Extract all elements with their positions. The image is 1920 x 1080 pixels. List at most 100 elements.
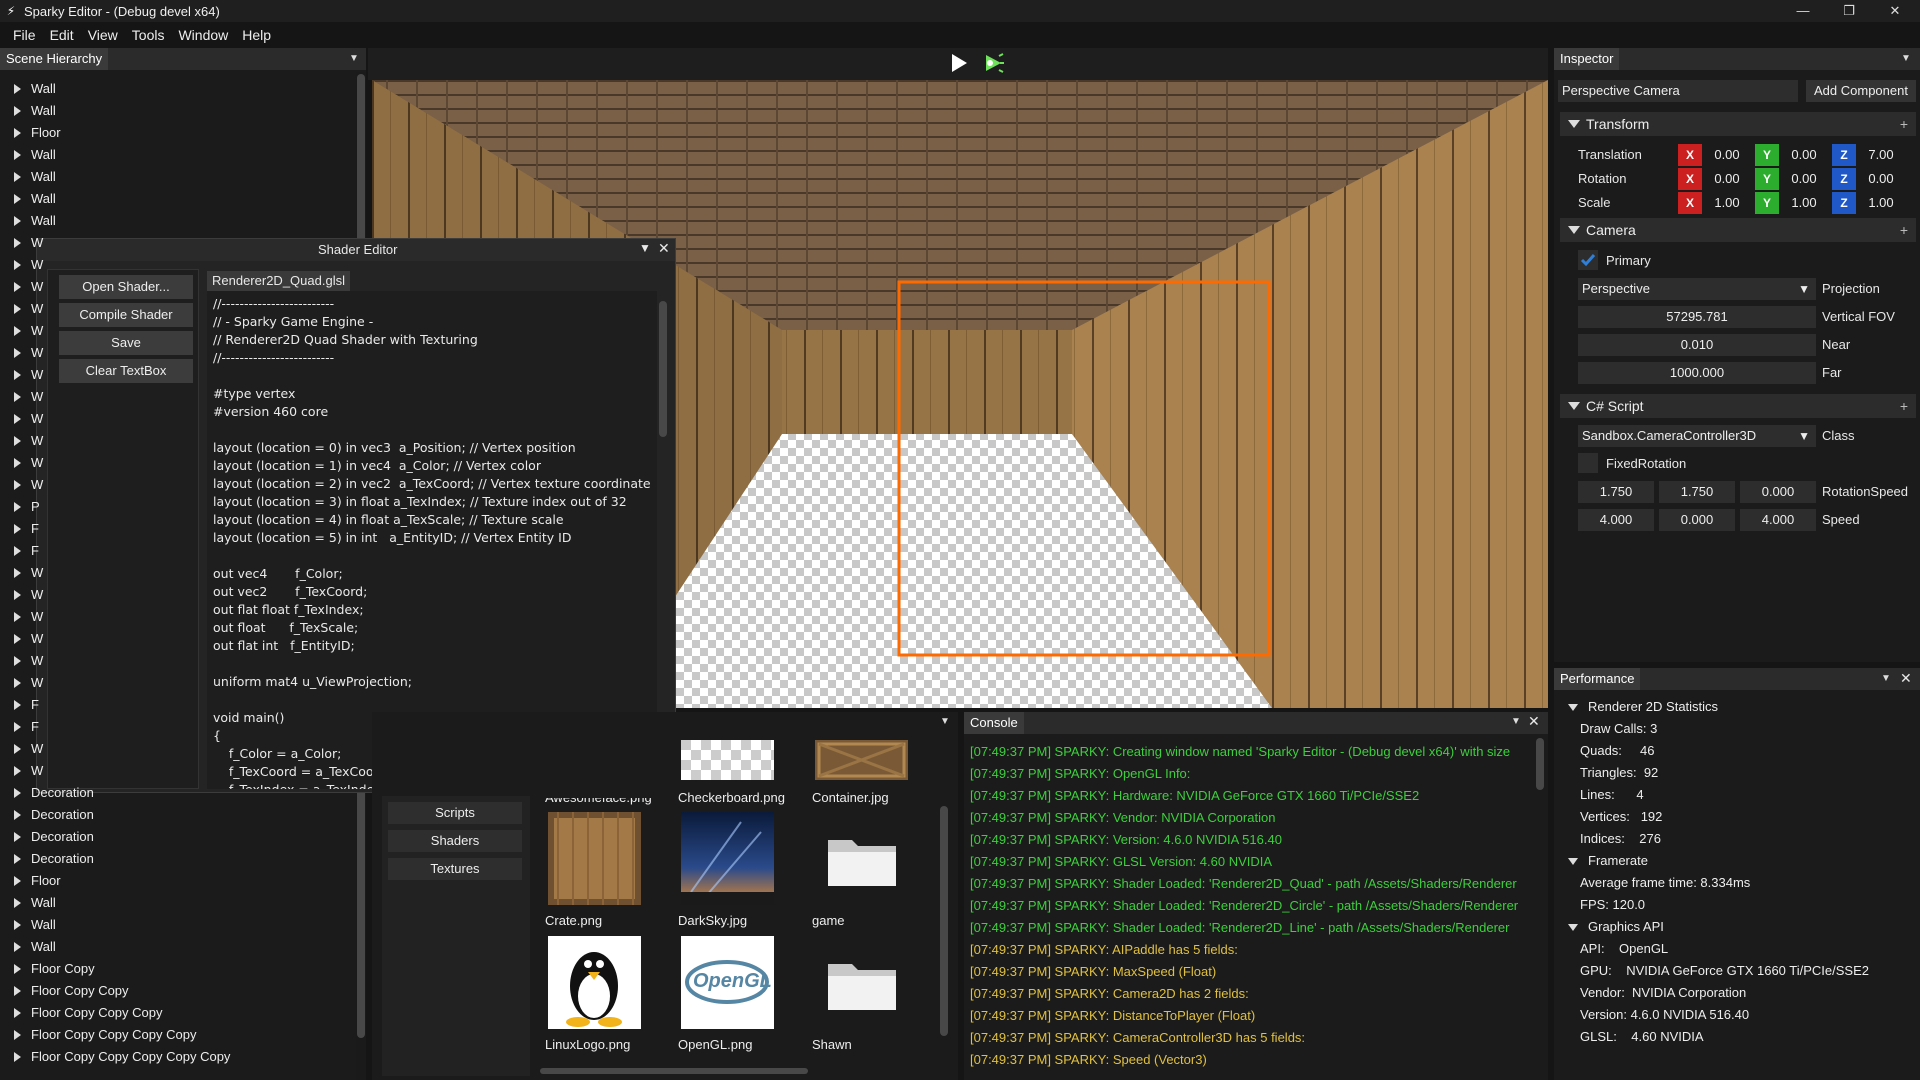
axis-y-button[interactable]: Y xyxy=(1755,144,1779,166)
expand-triangle-icon[interactable] xyxy=(14,1030,21,1040)
expand-triangle-icon[interactable] xyxy=(14,436,21,446)
close-window-button[interactable]: ✕ xyxy=(1872,0,1918,22)
hierarchy-item[interactable]: W xyxy=(14,562,43,584)
transform-y-input[interactable]: 0.00 xyxy=(1779,144,1829,166)
expand-triangle-icon[interactable] xyxy=(14,810,21,820)
expand-triangle-icon[interactable] xyxy=(14,238,21,248)
speed-x-input[interactable]: 4.000 xyxy=(1578,509,1654,531)
code-scrollbar-thumb[interactable] xyxy=(659,301,667,437)
expand-triangle-icon[interactable] xyxy=(14,744,21,754)
expand-triangle-icon[interactable] xyxy=(14,194,21,204)
expand-triangle-icon[interactable] xyxy=(14,766,21,776)
hierarchy-item[interactable]: Floor Copy Copy xyxy=(14,980,129,1002)
hierarchy-item[interactable]: P xyxy=(14,496,40,518)
close-icon[interactable]: ✕ xyxy=(658,240,670,257)
hierarchy-item[interactable]: F xyxy=(14,518,39,540)
category-scripts[interactable]: Scripts xyxy=(388,802,522,824)
rotation-speed-x-input[interactable]: 1.750 xyxy=(1578,481,1654,503)
hierarchy-item[interactable]: Wall xyxy=(14,210,56,232)
expand-triangle-icon[interactable] xyxy=(14,150,21,160)
hierarchy-item[interactable]: F xyxy=(14,540,39,562)
hierarchy-item[interactable]: W xyxy=(14,584,43,606)
checkerboard-thumbnail[interactable] xyxy=(681,740,774,780)
component-settings-icon[interactable]: + xyxy=(1900,398,1908,414)
axis-x-button[interactable]: X xyxy=(1678,168,1702,190)
menu-edit[interactable]: Edit xyxy=(43,27,81,43)
entity-name-input[interactable]: Perspective Camera xyxy=(1558,80,1798,102)
hierarchy-item[interactable]: Decoration xyxy=(14,782,94,804)
add-component-button[interactable]: Add Component xyxy=(1806,80,1916,102)
expand-triangle-icon[interactable] xyxy=(14,920,21,930)
expand-triangle-icon[interactable] xyxy=(14,84,21,94)
transform-x-input[interactable]: 0.00 xyxy=(1702,144,1752,166)
expand-triangle-icon[interactable] xyxy=(14,1052,21,1062)
expand-triangle-icon[interactable] xyxy=(14,612,21,622)
far-input[interactable]: 1000.000 xyxy=(1578,362,1816,384)
content-browser-options-icon[interactable]: ▼ xyxy=(939,716,951,728)
expand-triangle-icon[interactable] xyxy=(14,282,21,292)
expand-triangle-icon[interactable] xyxy=(14,392,21,402)
expand-triangle-icon[interactable] xyxy=(14,832,21,842)
expand-triangle-icon[interactable] xyxy=(14,678,21,688)
hierarchy-item[interactable]: Floor Copy xyxy=(14,958,95,980)
transform-z-input[interactable]: 7.00 xyxy=(1856,144,1906,166)
expand-triangle-icon[interactable] xyxy=(14,1008,21,1018)
category-textures[interactable]: Textures xyxy=(388,858,522,880)
console-options-icon[interactable]: ▼ xyxy=(1510,716,1522,728)
hierarchy-item[interactable]: W xyxy=(14,342,43,364)
expand-triangle-icon[interactable] xyxy=(14,634,21,644)
hierarchy-item[interactable]: W xyxy=(14,364,43,386)
expand-triangle-icon[interactable] xyxy=(14,568,21,578)
transform-z-input[interactable]: 1.00 xyxy=(1856,192,1906,214)
asset-label-shawn[interactable]: Shawn xyxy=(812,1037,852,1052)
asset-label-container[interactable]: Container.jpg xyxy=(812,790,889,805)
axis-z-button[interactable]: Z xyxy=(1832,192,1856,214)
collapse-icon[interactable]: ▼ xyxy=(639,241,651,255)
inspector-options-icon[interactable]: ▼ xyxy=(1900,53,1912,65)
hierarchy-item[interactable]: Floor xyxy=(14,870,61,892)
darksky-icon[interactable] xyxy=(681,812,774,905)
expand-triangle-icon[interactable] xyxy=(14,876,21,886)
tab-performance[interactable]: Performance xyxy=(1554,668,1641,690)
hierarchy-item[interactable]: W xyxy=(14,738,43,760)
hierarchy-item[interactable]: Wall xyxy=(14,166,56,188)
shader-editor-titlebar[interactable]: Shader Editor ▼ ✕ xyxy=(37,239,675,261)
hierarchy-item[interactable]: W xyxy=(14,320,43,342)
container-thumbnail[interactable] xyxy=(815,740,908,780)
asset-label-game[interactable]: game xyxy=(812,913,845,928)
tux-icon[interactable] xyxy=(548,936,641,1029)
console-scrollbar-thumb[interactable] xyxy=(1536,738,1544,790)
hierarchy-item[interactable]: W xyxy=(14,254,43,276)
hierarchy-item[interactable]: W xyxy=(14,386,43,408)
transform-y-input[interactable]: 0.00 xyxy=(1779,168,1829,190)
component-settings-icon[interactable]: + xyxy=(1900,116,1908,132)
fixed-rotation-checkbox[interactable] xyxy=(1578,453,1598,473)
expand-triangle-icon[interactable] xyxy=(14,260,21,270)
hierarchy-item[interactable]: F xyxy=(14,694,39,716)
expand-triangle-icon[interactable] xyxy=(14,106,21,116)
save-button[interactable]: Save xyxy=(59,331,193,355)
tab-shader-file[interactable]: Renderer2D_Quad.glsl xyxy=(207,271,350,291)
asset-label-linuxlogo[interactable]: LinuxLogo.png xyxy=(545,1037,630,1052)
speed-z-input[interactable]: 4.000 xyxy=(1740,509,1816,531)
folder-icon[interactable] xyxy=(826,832,898,888)
menu-file[interactable]: File xyxy=(6,27,43,43)
hierarchy-item[interactable]: W xyxy=(14,650,43,672)
axis-y-button[interactable]: Y xyxy=(1755,168,1779,190)
console-close-icon[interactable]: ✕ xyxy=(1528,713,1540,730)
hierarchy-item[interactable]: Wall xyxy=(14,144,56,166)
projection-dropdown[interactable]: Perspective ▼ xyxy=(1578,278,1816,300)
hierarchy-item[interactable]: F xyxy=(14,716,39,738)
hierarchy-item[interactable]: Wall xyxy=(14,914,56,936)
folder-icon[interactable] xyxy=(826,956,898,1012)
camera-header[interactable]: Camera + xyxy=(1560,218,1916,242)
hierarchy-item[interactable]: W xyxy=(14,452,43,474)
performance-close-icon[interactable]: ✕ xyxy=(1900,670,1912,687)
menu-window[interactable]: Window xyxy=(171,27,235,43)
expand-triangle-icon[interactable] xyxy=(14,524,21,534)
axis-z-button[interactable]: Z xyxy=(1832,168,1856,190)
tab-console[interactable]: Console xyxy=(964,712,1024,734)
hierarchy-item[interactable]: Wall xyxy=(14,936,56,958)
hierarchy-item[interactable]: Wall xyxy=(14,78,56,100)
hierarchy-item[interactable]: W xyxy=(14,760,43,782)
